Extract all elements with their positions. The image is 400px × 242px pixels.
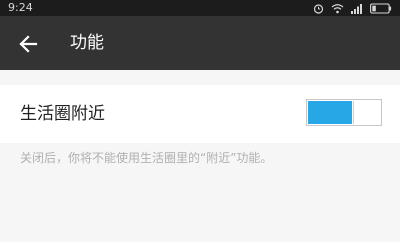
- status-time: 9:24: [8, 1, 33, 14]
- wifi-icon: [331, 3, 344, 13]
- status-icons: [313, 2, 392, 14]
- setting-hint-text: 关闭后，你将不能使用生活圈里的“附近”功能。: [20, 151, 273, 165]
- signal-icon: [351, 3, 362, 14]
- toggle-knob: [353, 101, 380, 124]
- setting-label: 生活圈附近: [20, 104, 105, 124]
- nearby-toggle-switch[interactable]: [306, 99, 382, 126]
- status-bar: 9:24: [0, 0, 400, 16]
- app-bar: 功能: [0, 16, 400, 70]
- page-title: 功能: [70, 33, 104, 53]
- battery-icon: [370, 2, 392, 14]
- alarm-icon: [313, 3, 324, 14]
- back-button[interactable]: [12, 28, 44, 60]
- toggle-fill: [308, 101, 352, 124]
- back-arrow-icon: [19, 35, 38, 53]
- setting-row-nearby: 生活圈附近: [0, 85, 400, 143]
